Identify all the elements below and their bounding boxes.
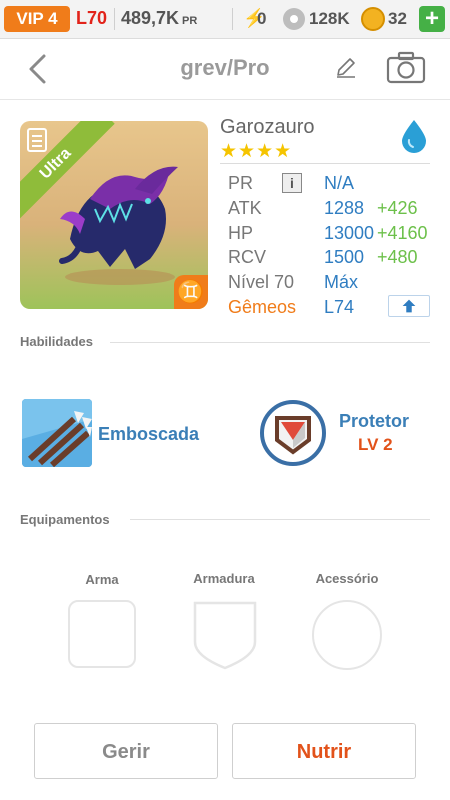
energy-value: 0 <box>257 9 267 28</box>
header: grev/Pro <box>0 39 450 100</box>
book-icon <box>27 128 47 152</box>
manage-button[interactable]: Gerir <box>34 723 218 779</box>
stat-label: ATK <box>228 198 262 218</box>
accessory-label: Acessório <box>315 571 379 586</box>
dragon-portrait[interactable]: Ultra ♊ <box>20 121 208 309</box>
weapon-slot[interactable] <box>68 600 136 668</box>
accessory-slot[interactable] <box>312 600 382 670</box>
pencil-icon[interactable] <box>334 55 358 79</box>
weapon-label: Arma <box>85 572 119 587</box>
food-icon <box>283 8 305 30</box>
food-value: 128K <box>309 9 350 28</box>
stat-value: N/A <box>324 173 355 193</box>
power-value: 489,7K <box>121 8 180 28</box>
protector-skill-icon[interactable] <box>260 400 326 466</box>
add-coins-button[interactable]: + <box>419 6 445 32</box>
stat-label: HP <box>228 223 254 243</box>
star-rating: ★★★★ <box>220 141 293 162</box>
water-drop-icon <box>402 120 426 153</box>
stat-bonus: +4160 <box>377 223 428 243</box>
ambush-skill-icon[interactable] <box>22 399 92 467</box>
coin-icon <box>361 7 385 31</box>
equipment-section-title: Equipamentos <box>20 512 110 527</box>
status-bar: VIP 4 L70 489,7K PR ⚡ 0 128K 32 + <box>0 0 450 39</box>
stat-label: PR <box>228 173 254 193</box>
divider <box>130 519 430 520</box>
stat-value: 1500 <box>324 247 365 267</box>
power-unit: PR <box>182 15 198 27</box>
divider <box>110 342 430 343</box>
stat-value: 13000 <box>324 223 375 243</box>
skill-level: LV 2 <box>358 435 393 454</box>
stat-label: Nível 70 <box>228 272 295 292</box>
camera-icon[interactable] <box>386 51 426 85</box>
player-power: 489,7K PR <box>121 8 197 29</box>
skill-name: Protetor <box>339 411 410 431</box>
gemini-icon: ♊ <box>174 275 208 309</box>
feed-button[interactable]: Nutrir <box>232 723 416 779</box>
vip-badge[interactable]: VIP 4 <box>4 6 70 32</box>
info-icon[interactable]: i <box>282 173 302 193</box>
skill-name: Emboscada <box>98 424 200 444</box>
coin-value: 32 <box>388 9 407 28</box>
stat-value: L74 <box>324 297 355 317</box>
dragon-name: Garozauro <box>220 116 315 138</box>
divider <box>114 8 115 30</box>
divider <box>220 163 430 164</box>
armor-label: Armadura <box>193 571 255 586</box>
page-title: grev/Pro <box>180 55 270 80</box>
stat-label: Gêmeos <box>228 297 297 317</box>
upgrade-arrow-button[interactable] <box>388 295 430 317</box>
player-level: L70 <box>76 8 108 28</box>
stat-value: 1288 <box>324 198 365 218</box>
stat-label: RCV <box>228 247 267 267</box>
stat-bonus: +426 <box>377 198 418 218</box>
stat-value: Máx <box>324 272 359 292</box>
abilities-section-title: Habilidades <box>20 334 93 349</box>
divider <box>232 8 233 30</box>
stat-bonus: +480 <box>377 247 418 267</box>
armor-slot[interactable] <box>192 600 258 670</box>
